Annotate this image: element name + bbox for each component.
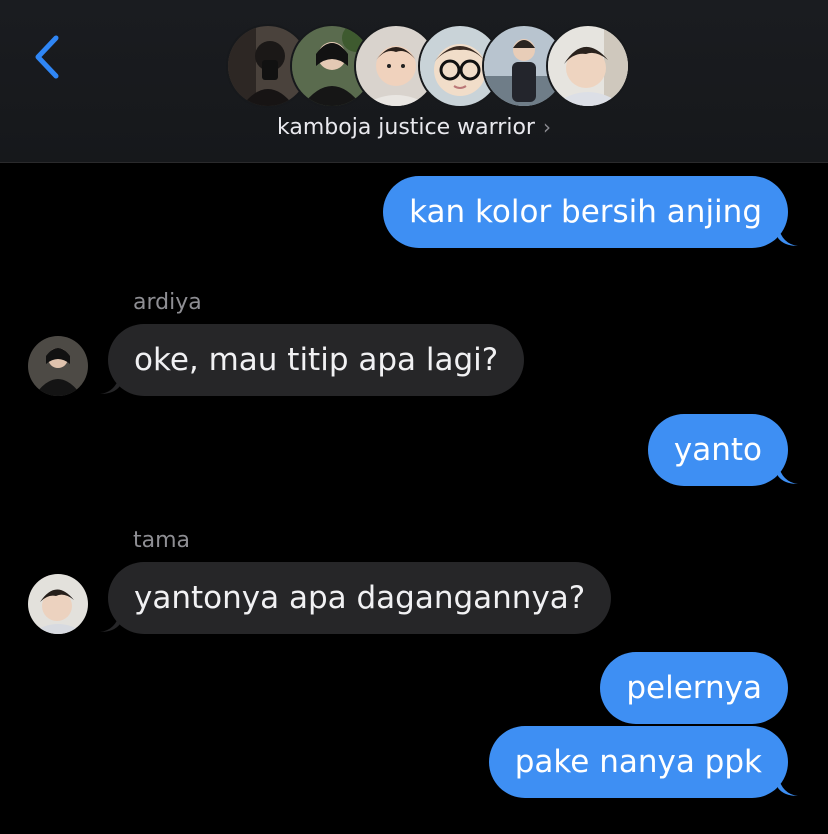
sender-name: tama — [133, 528, 191, 553]
chevron-left-icon — [35, 35, 59, 79]
group-avatars[interactable] — [226, 24, 630, 108]
message-text: yanto — [673, 432, 762, 468]
bubble-tail — [778, 776, 798, 796]
message-bubble-received[interactable]: oke, mau titip apa lagi? — [108, 324, 525, 396]
member-avatar — [546, 24, 630, 108]
message-bubble-sent[interactable]: yanto — [647, 414, 788, 486]
bubble-tail — [778, 226, 798, 246]
sender-name: ardiya — [133, 290, 202, 315]
bubble-tail — [100, 374, 120, 394]
message-text: pelernya — [626, 670, 762, 706]
message-text: oke, mau titip apa lagi? — [134, 342, 499, 378]
bubble-tail — [778, 464, 798, 484]
group-name-button[interactable]: kamboja justice warrior › — [0, 115, 828, 140]
message-bubble-sent[interactable]: pake nanya ppk — [488, 726, 788, 798]
sender-avatar[interactable] — [28, 574, 88, 634]
conversation-header: kamboja justice warrior › — [0, 0, 828, 163]
bubble-tail — [100, 612, 120, 632]
chevron-right-icon: › — [542, 115, 551, 139]
message-bubble-received[interactable]: yantonya apa dagangannya? — [108, 562, 612, 634]
message-text: pake nanya ppk — [514, 744, 762, 780]
message-bubble-sent[interactable]: kan kolor bersih anjing — [383, 176, 788, 248]
message-text: kan kolor bersih anjing — [409, 194, 762, 230]
message-text: yantonya apa dagangannya? — [134, 580, 586, 616]
message-bubble-sent[interactable]: pelernya — [600, 652, 788, 724]
sender-avatar[interactable] — [28, 336, 88, 396]
group-name: kamboja justice warrior — [277, 115, 535, 140]
back-button[interactable] — [30, 34, 64, 80]
